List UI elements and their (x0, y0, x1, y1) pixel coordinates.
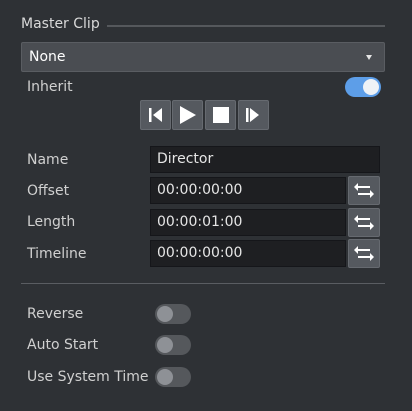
section-divider (21, 283, 385, 284)
swap-arrows-icon (354, 215, 374, 230)
go-to-start-icon (149, 108, 162, 122)
toggle-knob (157, 337, 173, 353)
use-system-time-toggle[interactable] (155, 367, 191, 387)
auto-start-label: Auto Start (27, 337, 99, 353)
swap-arrows-icon (354, 246, 374, 261)
go-to-start-button[interactable] (140, 100, 171, 130)
toggle-knob (157, 306, 173, 322)
length-swap-button[interactable] (348, 208, 380, 237)
go-to-end-button[interactable] (238, 100, 269, 130)
timeline-value: 00:00:00:00 (157, 245, 243, 261)
swap-arrows-icon (354, 183, 374, 198)
use-system-time-label: Use System Time (27, 369, 149, 385)
offset-value: 00:00:00:00 (157, 182, 243, 198)
section-divider (107, 25, 385, 27)
toggle-knob (157, 369, 173, 385)
chevron-down-icon (366, 55, 372, 60)
timeline-field[interactable]: 00:00:00:00 (150, 240, 346, 267)
play-icon (180, 106, 196, 124)
length-label: Length (27, 214, 76, 230)
play-button[interactable] (172, 100, 203, 130)
dropdown-value: None (29, 49, 66, 65)
go-to-end-icon (246, 108, 259, 122)
length-value: 00:00:01:00 (157, 214, 243, 230)
timeline-label: Timeline (27, 246, 87, 262)
master-clip-dropdown[interactable]: None (21, 42, 385, 72)
stop-icon (213, 107, 229, 123)
auto-start-toggle[interactable] (155, 335, 191, 355)
inherit-label: Inherit (27, 79, 73, 95)
section-title: Master Clip (21, 16, 100, 32)
timeline-swap-button[interactable] (348, 239, 380, 268)
offset-field[interactable]: 00:00:00:00 (150, 177, 346, 204)
offset-label: Offset (27, 183, 70, 199)
inherit-toggle[interactable] (345, 77, 381, 97)
reverse-toggle[interactable] (155, 304, 191, 324)
name-field[interactable]: Director (150, 146, 380, 173)
toggle-knob (363, 79, 379, 95)
name-label: Name (27, 152, 69, 168)
length-field[interactable]: 00:00:01:00 (150, 209, 346, 236)
stop-button[interactable] (205, 100, 236, 130)
offset-swap-button[interactable] (348, 176, 380, 205)
name-value: Director (157, 151, 214, 167)
reverse-label: Reverse (27, 306, 84, 322)
